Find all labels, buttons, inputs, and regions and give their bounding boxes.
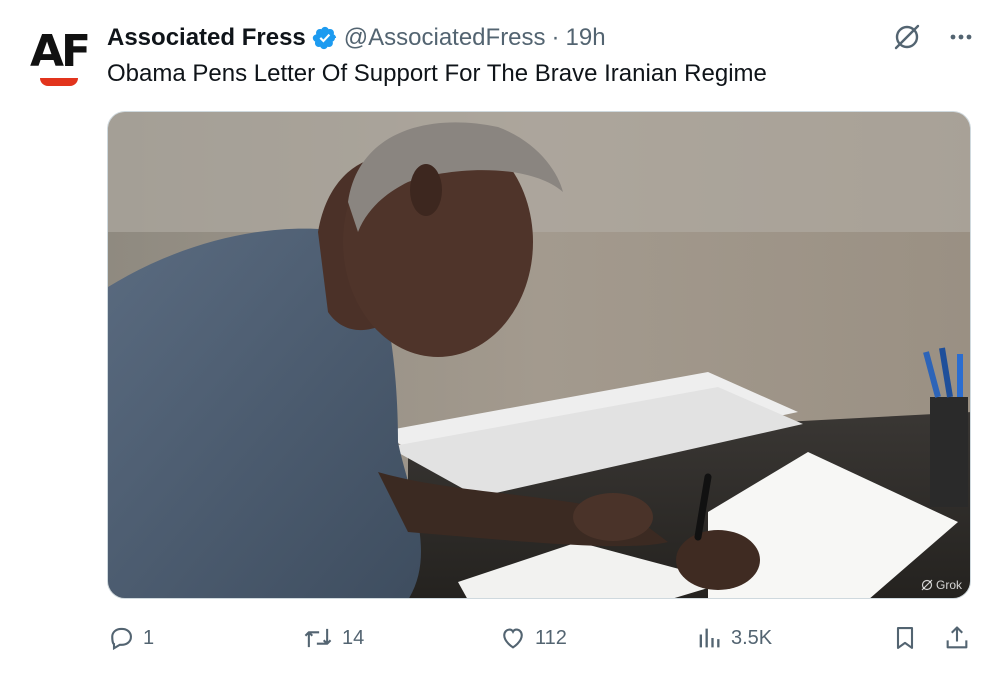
views-button[interactable]: 3.5K xyxy=(695,618,772,658)
separator-dot: · xyxy=(551,24,560,51)
like-button[interactable]: 112 xyxy=(499,618,567,658)
retweet-count: 14 xyxy=(342,626,365,649)
reply-button[interactable]: 1 xyxy=(107,618,154,658)
tweet-timestamp[interactable]: 19h xyxy=(566,24,606,52)
reply-count: 1 xyxy=(143,626,155,649)
grok-watermark-text: Grok xyxy=(935,578,962,592)
retweet-icon xyxy=(304,628,332,648)
views-count: 3.5K xyxy=(731,626,773,649)
avatar[interactable]: AF xyxy=(28,26,91,88)
tweet-action-bar: 1 14 112 3.5K xyxy=(107,618,971,658)
account-handle[interactable]: @AssociatedFress xyxy=(344,24,546,52)
more-options-icon[interactable] xyxy=(948,24,974,50)
tweet-header: Associated Fress @AssociatedFress · 19h xyxy=(107,22,606,54)
share-icon xyxy=(946,626,968,649)
verified-badge-icon[interactable] xyxy=(312,25,338,51)
grok-watermark: Grok xyxy=(921,578,962,592)
views-bar-chart-icon xyxy=(699,628,720,648)
tweet-image[interactable]: Grok xyxy=(107,111,971,599)
bookmark-icon xyxy=(896,627,914,649)
top-right-actions xyxy=(892,22,974,52)
account-name[interactable]: Associated Fress xyxy=(107,24,306,52)
reply-icon xyxy=(111,627,132,651)
photo-illustration xyxy=(108,112,970,598)
avatar-logo-bar xyxy=(40,78,78,86)
retweet-button[interactable]: 14 xyxy=(302,618,364,658)
like-count: 112 xyxy=(535,626,567,649)
grok-watermark-icon xyxy=(921,579,933,591)
avatar-logo-text: AF xyxy=(30,26,91,77)
tweet-text: Obama Pens Letter Of Support For The Bra… xyxy=(107,60,767,87)
grok-icon[interactable] xyxy=(892,22,922,52)
heart-icon xyxy=(503,628,523,649)
share-button[interactable] xyxy=(943,618,971,658)
bookmark-button[interactable] xyxy=(891,618,919,658)
